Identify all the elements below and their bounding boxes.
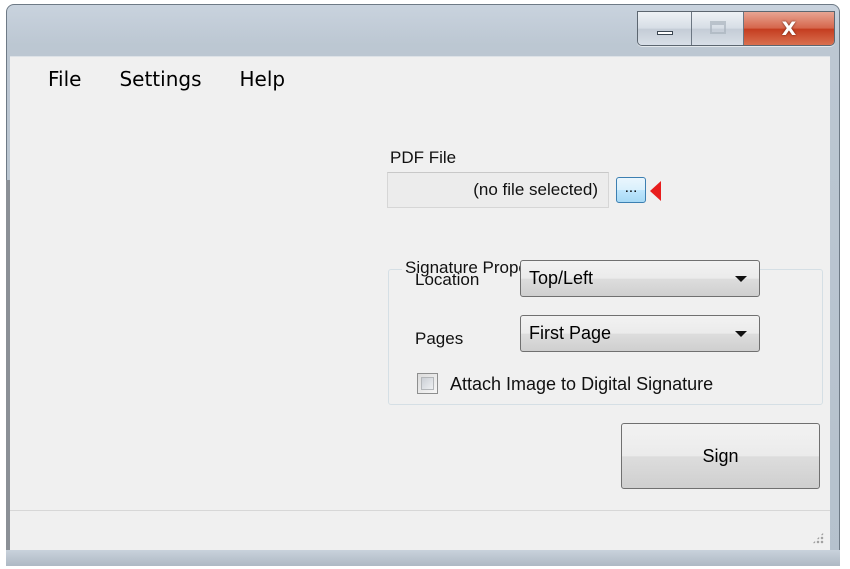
location-selected-value: Top/Left <box>529 268 594 288</box>
pages-dropdown[interactable]: First Page <box>520 315 760 352</box>
minimize-button[interactable] <box>638 12 692 45</box>
title-bar[interactable]: X <box>7 5 839 61</box>
menu-bar: File Settings Help <box>10 57 830 101</box>
pages-selected-value: First Page <box>529 323 612 343</box>
location-label: Location <box>415 270 480 289</box>
location-dropdown[interactable]: Top/Left <box>520 260 760 297</box>
attach-image-checkbox[interactable] <box>417 373 438 394</box>
chevron-down-icon <box>735 331 747 337</box>
status-bar <box>10 510 830 550</box>
annotation-arrow-marker <box>650 181 661 201</box>
maximize-button[interactable] <box>692 12 744 45</box>
menu-help[interactable]: Help <box>236 63 290 95</box>
sign-button[interactable]: Sign <box>621 423 820 489</box>
signing-app-window: X File Settings Help PDF File (no file s… <box>0 0 850 569</box>
close-button[interactable]: X <box>744 12 834 45</box>
pdf-file-path-field: (no file selected) <box>387 172 609 208</box>
chevron-down-icon <box>735 276 747 282</box>
browse-pdf-button[interactable]: ... <box>616 177 646 203</box>
window-bottom-edge <box>6 550 840 566</box>
resize-grip-icon[interactable] <box>812 532 824 544</box>
menu-file[interactable]: File <box>44 63 85 95</box>
minimize-icon <box>657 31 673 35</box>
client-area: File Settings Help PDF File (no file sel… <box>10 56 830 511</box>
maximize-icon <box>710 21 726 34</box>
attach-image-label[interactable]: Attach Image to Digital Signature <box>450 374 713 395</box>
pages-label: Pages <box>415 329 464 348</box>
pdf-file-label: PDF File <box>390 148 457 167</box>
menu-settings[interactable]: Settings <box>115 63 205 95</box>
close-icon: X <box>781 17 797 40</box>
caption-buttons: X <box>637 11 835 46</box>
